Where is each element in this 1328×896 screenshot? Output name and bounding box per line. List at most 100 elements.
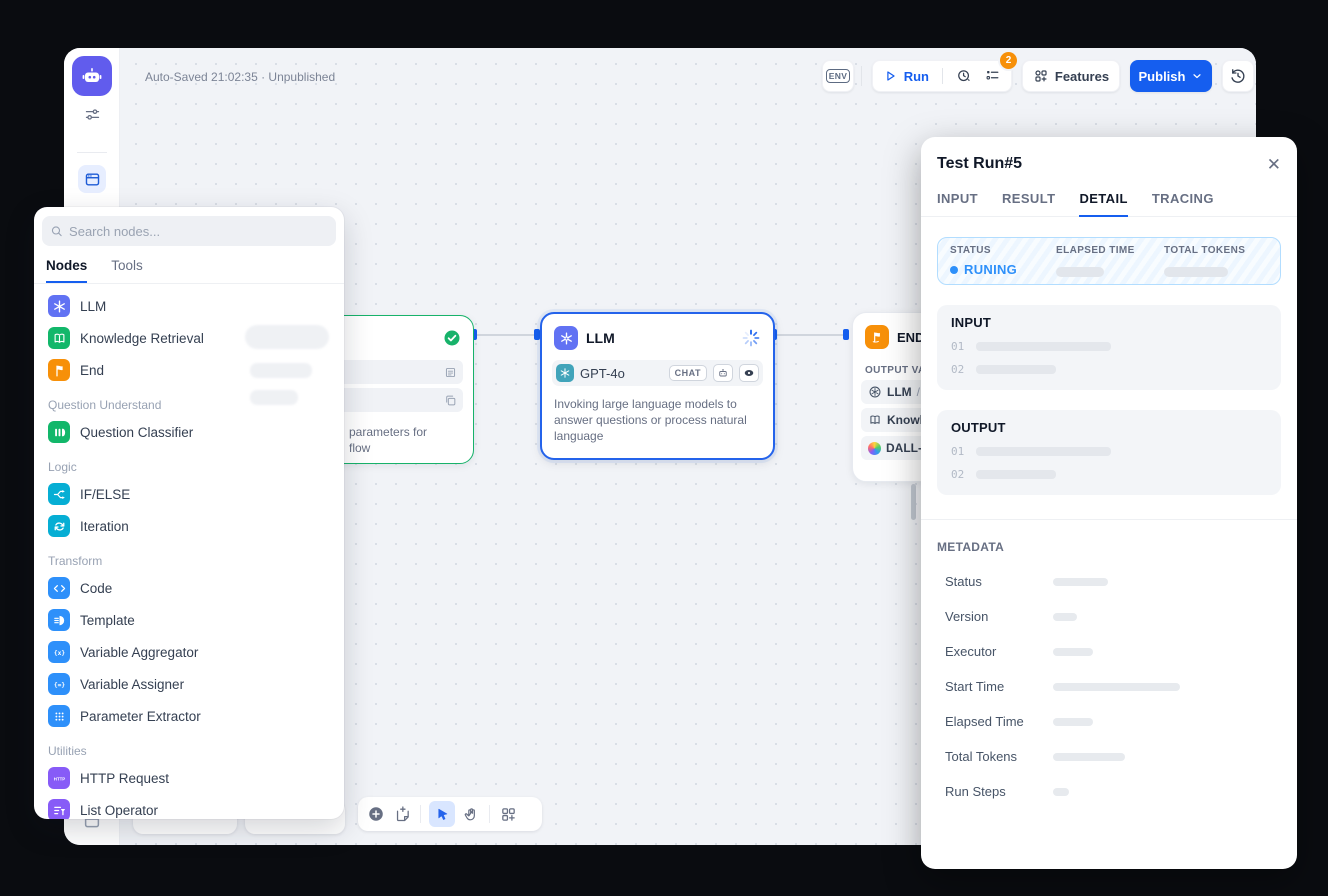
node-item-label: List Operator	[80, 803, 158, 818]
tab-tracing[interactable]: TRACING	[1152, 191, 1214, 216]
run-button[interactable]: Run	[904, 69, 929, 84]
node-item-template[interactable]: Template	[34, 604, 344, 636]
search-input[interactable]	[69, 224, 328, 239]
node-item-label: Template	[80, 613, 135, 628]
variable-aggregator-icon: {x}	[48, 641, 70, 663]
node-item-http-request[interactable]: HTTPHTTP Request	[34, 762, 344, 794]
notification-badge: 2	[1000, 52, 1017, 69]
workflow-panel-button[interactable]	[78, 165, 106, 193]
toolbar-divider	[861, 66, 862, 86]
organize-nodes-button[interactable]	[498, 804, 518, 824]
metadata-label: Status	[945, 574, 1053, 589]
node-item-llm[interactable]: LLM	[34, 290, 344, 322]
node-item-list-operator[interactable]: List Operator	[34, 794, 344, 819]
node-item-variable-aggregator[interactable]: {x} Variable Aggregator	[34, 636, 344, 668]
ghost-shape	[250, 390, 298, 405]
node-item-label: Code	[80, 581, 112, 596]
vision-robot-icon	[713, 364, 733, 382]
llm-node-title: LLM	[586, 330, 615, 346]
tab-nodes[interactable]: Nodes	[46, 258, 87, 283]
node-item-label: Knowledge Retrieval	[80, 331, 204, 346]
metadata-label: Run Steps	[945, 784, 1053, 799]
dalle-icon	[868, 442, 881, 455]
metadata-row-version: Version	[921, 609, 1297, 624]
node-item-label: LLM	[80, 299, 106, 314]
skeleton-bar	[976, 342, 1111, 351]
end-icon	[48, 359, 70, 381]
node-item-question-classifier[interactable]: Question Classifier	[34, 416, 344, 448]
row-number: 02	[951, 468, 964, 481]
node-item-label: Variable Aggregator	[80, 645, 198, 660]
short-text-icon	[444, 366, 457, 379]
checklist-icon[interactable]	[984, 67, 1001, 85]
running-dot-icon	[950, 266, 958, 274]
publish-label: Publish	[1139, 69, 1186, 84]
features-button[interactable]: Features	[1022, 60, 1120, 92]
node-item-parameter-extractor[interactable]: Parameter Extractor	[34, 700, 344, 732]
model-icon	[868, 385, 882, 399]
model-selector[interactable]: GPT-4o CHAT	[552, 360, 763, 386]
output-title: OUTPUT	[951, 420, 1267, 435]
output-card: OUTPUT 01 02	[937, 410, 1281, 495]
run-history-icon[interactable]	[956, 67, 973, 85]
node-item-label: Parameter Extractor	[80, 709, 201, 724]
edge-start-llm	[477, 334, 534, 336]
node-item-code[interactable]: Code	[34, 572, 344, 604]
add-note-button[interactable]	[392, 804, 412, 824]
start-field-row[interactable]	[327, 360, 463, 384]
metadata-rows: Status Version Executor Start Time Elapsed T…	[921, 574, 1297, 799]
row-number: 01	[951, 445, 964, 458]
skeleton-bar	[1053, 753, 1125, 761]
node-search-panel: Nodes Tools LLM Knowledge Retrieval End Que…	[34, 207, 344, 819]
connection-handle[interactable]	[843, 329, 849, 340]
metadata-label: Start Time	[945, 679, 1053, 694]
app-logo-button[interactable]	[72, 56, 112, 96]
tab-tools[interactable]: Tools	[111, 258, 143, 283]
tab-result[interactable]: RESULT	[1002, 191, 1055, 216]
node-item-iteration[interactable]: Iteration	[34, 510, 344, 542]
total-tokens-label: TOTAL TOKENS	[1164, 245, 1245, 256]
canvas-scrollbar[interactable]	[911, 484, 916, 520]
eye-icon	[739, 364, 759, 382]
features-icon	[1033, 68, 1049, 84]
close-icon[interactable]: ✕	[1267, 156, 1281, 173]
pointer-tool-button[interactable]	[429, 801, 455, 827]
sidebar-divider	[77, 152, 107, 153]
node-section-question-understand: Question Understand	[34, 386, 344, 416]
if-else-icon	[48, 483, 70, 505]
node-item-if-else[interactable]: IF/ELSE	[34, 478, 344, 510]
status-label: STATUS	[950, 245, 1056, 256]
test-run-tabs: INPUT RESULT DETAIL TRACING	[921, 173, 1297, 217]
success-check-icon	[443, 329, 461, 347]
metadata-row-elapsed-time: Elapsed Time	[921, 714, 1297, 729]
metadata-row-executor: Executor	[921, 644, 1297, 659]
elapsed-time-label: ELAPSED TIME	[1056, 245, 1164, 256]
svg-text:{=}: {=}	[53, 682, 65, 689]
sliders-icon[interactable]	[84, 106, 101, 123]
add-node-button[interactable]	[366, 804, 386, 824]
skeleton-bar	[1053, 613, 1077, 621]
llm-node-description: Invoking large language models to answer…	[554, 396, 761, 444]
llm-node[interactable]: LLM GPT-4o CHAT Invoking large language …	[540, 312, 775, 460]
version-history-button[interactable]	[1222, 60, 1254, 92]
status-card: STATUS RUNING ELAPSED TIME TOTAL TOKENS	[937, 237, 1281, 285]
tab-detail[interactable]: DETAIL	[1079, 191, 1127, 217]
publish-button[interactable]: Publish	[1130, 60, 1212, 92]
skeleton-bar	[1056, 267, 1104, 277]
node-item-variable-assigner[interactable]: {=}Variable Assigner	[34, 668, 344, 700]
start-field-row[interactable]	[327, 388, 463, 412]
list-operator-icon	[48, 799, 70, 819]
env-button[interactable]: ENV	[822, 60, 854, 92]
metadata-row-status: Status	[921, 574, 1297, 589]
node-item-label: End	[80, 363, 104, 378]
node-section-transform: Transform	[34, 542, 344, 572]
node-section-logic: Logic	[34, 448, 344, 478]
metadata-row-run-steps: Run Steps	[921, 784, 1297, 799]
window-icon	[84, 171, 101, 188]
tab-input[interactable]: INPUT	[937, 191, 978, 216]
book-icon	[868, 413, 882, 427]
row-number: 02	[951, 363, 964, 376]
metadata-label: Version	[945, 609, 1053, 624]
hand-tool-button[interactable]	[461, 804, 481, 824]
metadata-label: Executor	[945, 644, 1053, 659]
